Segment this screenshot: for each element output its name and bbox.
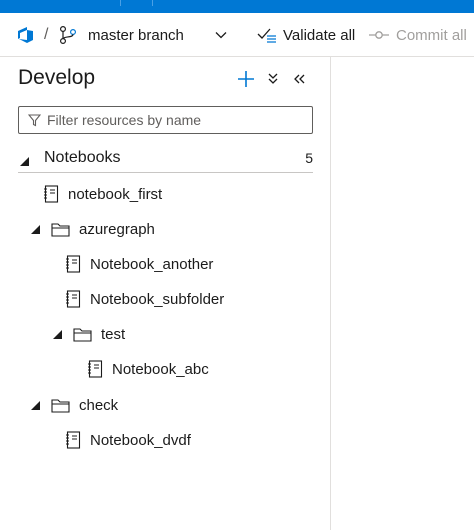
top-brand-bar — [0, 0, 474, 13]
caret-down-icon[interactable] — [53, 329, 65, 339]
commit-icon — [369, 13, 389, 57]
tree-item-label: Notebook_another — [90, 255, 214, 273]
tree-item-label: Notebook_subfolder — [90, 290, 225, 308]
folder-icon — [51, 222, 70, 237]
notebook-icon — [43, 185, 59, 203]
notebook-icon — [65, 431, 81, 449]
branch-selector[interactable]: master branch — [88, 13, 184, 57]
tree-item-label: check — [79, 396, 119, 414]
tree-item-notebook-first[interactable]: notebook_first — [43, 179, 162, 209]
plus-icon[interactable] — [236, 66, 256, 92]
notebook-icon — [65, 290, 81, 308]
tree-item-notebook-subfolder[interactable]: Notebook_subfolder — [65, 284, 224, 314]
caret-down-icon[interactable] — [31, 224, 43, 234]
double-chevron-left-icon[interactable] — [292, 66, 306, 92]
caret-down-icon[interactable] — [20, 153, 29, 171]
notebooks-section-label: Notebooks — [44, 148, 121, 166]
notebooks-section-header[interactable]: Notebooks 5 — [18, 143, 313, 173]
git-branch-icon — [59, 13, 77, 57]
tree-item-label: notebook_first — [68, 185, 163, 203]
funnel-icon — [28, 113, 41, 127]
validate-check-icon[interactable] — [257, 13, 277, 57]
notebooks-count: 5 — [305, 149, 313, 166]
tree-folder-azuregraph[interactable]: azuregraph — [31, 214, 155, 244]
notebook-icon — [65, 255, 81, 273]
panel-title: Develop — [18, 66, 96, 89]
validate-all-button[interactable]: Validate all — [283, 13, 355, 57]
git-toolbar: / master branch Validate all Commit all — [0, 13, 474, 57]
filter-input[interactable] — [47, 108, 297, 132]
tree-item-notebook-abc[interactable]: Notebook_abc — [87, 354, 209, 384]
azure-devops-icon[interactable] — [16, 13, 36, 57]
top-bar-divider — [120, 0, 121, 6]
notebook-icon — [87, 360, 103, 378]
tree-item-label: Notebook_abc — [112, 360, 209, 378]
filter-box — [18, 106, 313, 134]
tree-item-notebook-another[interactable]: Notebook_another — [65, 249, 213, 279]
tree-item-label: test — [101, 325, 126, 343]
tree-folder-test[interactable]: test — [53, 319, 125, 349]
breadcrumb-separator: / — [44, 26, 49, 43]
collapse-all-icon[interactable] — [266, 66, 280, 92]
folder-icon — [73, 327, 92, 342]
chevron-down-icon[interactable] — [215, 13, 227, 57]
top-bar-divider — [152, 0, 153, 6]
tree-item-label: Notebook_dvdf — [90, 431, 191, 449]
tree-item-label: azuregraph — [79, 220, 155, 238]
caret-down-icon[interactable] — [31, 400, 43, 410]
panel-divider — [330, 57, 331, 530]
commit-all-button[interactable]: Commit all — [396, 13, 467, 57]
tree-folder-check[interactable]: check — [31, 390, 118, 420]
tree-item-notebook-dvdf[interactable]: Notebook_dvdf — [65, 425, 191, 455]
folder-icon — [51, 398, 70, 413]
